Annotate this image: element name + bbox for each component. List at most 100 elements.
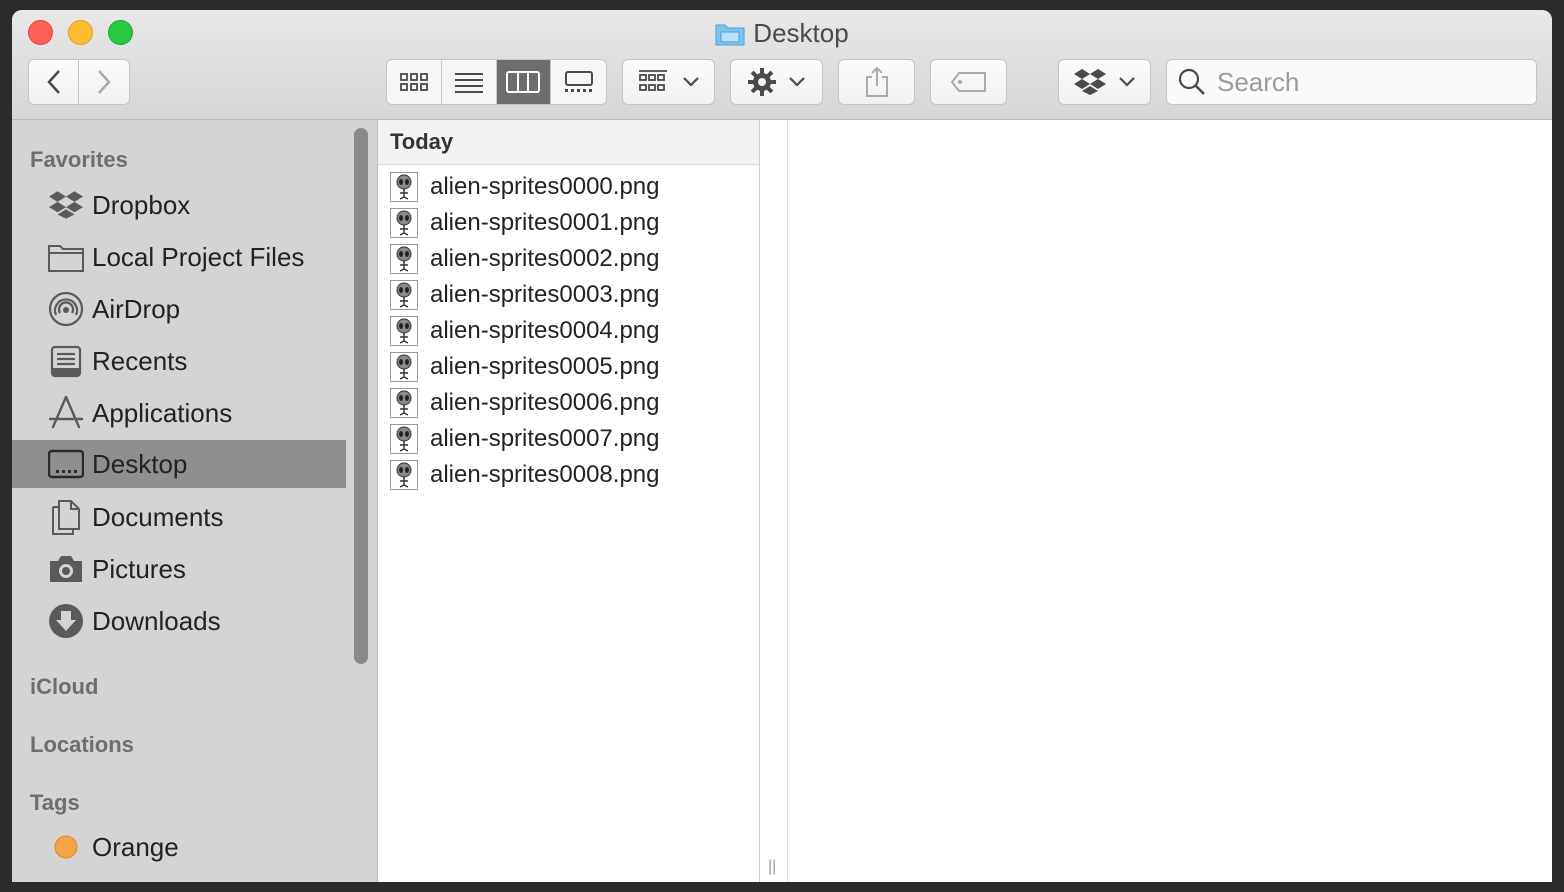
desktop-icon: [48, 449, 84, 479]
view-mode-control: [386, 59, 607, 105]
file-name: alien-sprites0006.png: [430, 389, 660, 416]
file-name: alien-sprites0000.png: [430, 173, 660, 200]
window-title-text: Desktop: [753, 18, 849, 48]
dropbox-menu-button[interactable]: [1058, 59, 1151, 105]
file-row[interactable]: alien-sprites0004.png: [378, 313, 759, 349]
file-row[interactable]: alien-sprites0000.png: [378, 169, 759, 205]
camera-icon: [50, 556, 82, 582]
png-thumbnail-icon: [390, 316, 418, 346]
airdrop-icon: [48, 291, 84, 327]
group-grid-icon: [638, 70, 667, 91]
file-name: alien-sprites0001.png: [430, 209, 660, 236]
file-column: Today alien-sprites0000.png alien-sprites…: [378, 120, 760, 882]
share-button[interactable]: [838, 59, 915, 105]
sidebar-item-desktop[interactable]: Desktop: [12, 440, 346, 488]
file-row[interactable]: alien-sprites0001.png: [378, 205, 759, 241]
search-field[interactable]: [1166, 59, 1537, 105]
png-thumbnail-icon: [390, 460, 418, 490]
sidebar-item-dropbox[interactable]: Dropbox: [12, 181, 346, 229]
toolbar: Desktop: [12, 10, 1552, 120]
file-row[interactable]: alien-sprites0003.png: [378, 277, 759, 313]
locations-header[interactable]: Locations: [30, 732, 134, 758]
action-button[interactable]: [730, 59, 823, 105]
column-group-header: Today: [378, 120, 759, 165]
file-row[interactable]: alien-sprites0006.png: [378, 385, 759, 421]
applications-icon: [48, 395, 84, 429]
columns-icon: [506, 71, 541, 93]
column-divider[interactable]: [760, 120, 788, 882]
sidebar-item-applications[interactable]: Applications: [12, 389, 346, 437]
column-view-button[interactable]: [496, 60, 552, 104]
file-name: alien-sprites0002.png: [430, 245, 660, 272]
sidebar-item-label: Applications: [92, 397, 233, 428]
forward-button[interactable]: [78, 59, 130, 105]
recents-icon: [50, 345, 82, 378]
download-icon: [49, 604, 83, 638]
file-name: alien-sprites0005.png: [430, 353, 660, 380]
icon-grid-icon: [399, 73, 428, 91]
tag-icon: [950, 72, 986, 92]
search-icon: [1178, 68, 1205, 95]
favorites-header: Favorites: [30, 147, 128, 172]
png-thumbnail-icon: [390, 280, 418, 310]
sidebar-scrollbar[interactable]: [354, 128, 368, 664]
file-list: alien-sprites0000.png alien-sprites0001.p…: [378, 165, 759, 493]
file-name: alien-sprites0004.png: [430, 317, 660, 344]
icon-view-button[interactable]: [387, 60, 442, 104]
sidebar-item-label: Pictures: [92, 553, 186, 584]
tag-button[interactable]: [930, 59, 1007, 105]
sidebar-item-label: Local Project Files: [92, 241, 305, 272]
preview-column: [788, 120, 1524, 882]
icloud-header[interactable]: iCloud: [30, 674, 98, 700]
column-resize-handle-icon[interactable]: ||: [768, 858, 776, 876]
list-view-button[interactable]: [442, 60, 497, 104]
png-thumbnail-icon: [390, 388, 418, 418]
sidebar-item-label: AirDrop: [92, 293, 181, 324]
gallery-view-button[interactable]: [551, 60, 606, 104]
finder-window: Desktop Search Favorites Dropbox Local P…: [12, 10, 1552, 882]
back-button[interactable]: [28, 59, 79, 105]
gallery-icon: [564, 71, 593, 92]
png-thumbnail-icon: [390, 424, 418, 454]
sidebar-item-label: Recents: [92, 345, 188, 376]
list-icon: [454, 73, 483, 93]
dropbox-icon: [49, 191, 83, 219]
png-thumbnail-icon: [390, 172, 418, 202]
sidebar-item-label: Downloads: [92, 605, 221, 636]
group-by-button[interactable]: [622, 59, 715, 105]
png-thumbnail-icon: [390, 244, 418, 274]
sidebar-item-label: Dropbox: [92, 189, 191, 220]
sidebar-item-downloads[interactable]: Downloads: [12, 597, 346, 645]
folder-icon: [715, 24, 745, 46]
sidebar-item-airdrop[interactable]: AirDrop: [12, 285, 346, 333]
chevron-right-icon: [98, 70, 111, 94]
sidebar-item-recents[interactable]: Recents: [12, 337, 346, 385]
chevron-left-icon: [46, 70, 60, 94]
dropbox-icon: [1073, 69, 1106, 95]
window-title: Desktop: [12, 18, 1552, 48]
tags-header[interactable]: Tags: [30, 790, 80, 816]
file-row[interactable]: alien-sprites0008.png: [378, 457, 759, 493]
gear-icon: [747, 68, 776, 96]
sidebar-item-label: Documents: [92, 501, 224, 532]
orange-tag-dot-icon: [54, 835, 78, 859]
empty-column: [1523, 120, 1552, 882]
sidebar-item-pictures[interactable]: Pictures: [12, 545, 346, 593]
sidebar: Favorites Dropbox Local Project Files Ai…: [12, 120, 378, 882]
chevron-down-icon: [1118, 77, 1135, 87]
file-row[interactable]: alien-sprites0005.png: [378, 349, 759, 385]
file-name: alien-sprites0008.png: [430, 461, 660, 488]
png-thumbnail-icon: [390, 208, 418, 238]
file-row[interactable]: alien-sprites0007.png: [378, 421, 759, 457]
sidebar-item-documents[interactable]: Documents: [12, 493, 346, 541]
sidebar-item-label: Desktop: [92, 448, 188, 479]
search-input[interactable]: [1215, 65, 1519, 99]
chevron-down-icon: [788, 77, 805, 87]
sidebar-item-local-project-files[interactable]: Local Project Files: [12, 233, 346, 281]
documents-icon: [52, 500, 80, 535]
sidebar-item-tag-orange[interactable]: Orange: [12, 823, 346, 871]
file-name: alien-sprites0003.png: [430, 281, 660, 308]
folder-icon: [48, 245, 84, 272]
file-row[interactable]: alien-sprites0002.png: [378, 241, 759, 277]
share-icon: [865, 66, 888, 97]
